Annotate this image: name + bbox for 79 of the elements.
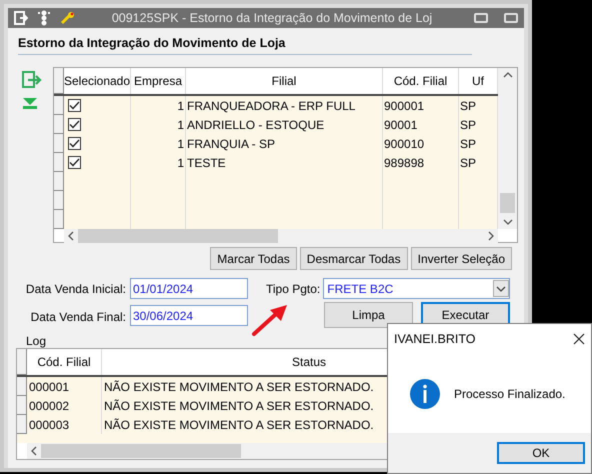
caret-icon[interactable]: [493, 280, 509, 297]
table-cell: 90001: [384, 118, 418, 132]
info-icon: [410, 378, 440, 408]
table-cell: 900001: [384, 98, 424, 112]
table-cell: 1: [177, 98, 184, 112]
row-checkbox[interactable]: [68, 118, 81, 131]
row-indicator: [54, 115, 64, 134]
dialog-message: Processo Finalizado.: [454, 386, 566, 400]
horizontal-scrollbar[interactable]: [64, 229, 498, 243]
row-checkbox[interactable]: [68, 156, 81, 169]
scroll-left-icon[interactable]: [68, 231, 74, 241]
table-cell: NÃO EXISTE MOVIMENTO A SER ESTORNADO.: [104, 380, 374, 394]
log-label: Log: [26, 334, 46, 348]
table-cell: SP: [460, 118, 476, 132]
row-indicator: [17, 349, 27, 375]
row-indicator: [54, 172, 64, 191]
table-cell: NÃO EXISTE MOVIMENTO A SER ESTORNADO.: [104, 418, 374, 432]
column-header[interactable]: Filial: [186, 68, 383, 94]
action-button[interactable]: Limpa: [324, 302, 413, 328]
scroll-thumb[interactable]: [500, 193, 515, 213]
scroll-right-icon[interactable]: [488, 231, 494, 241]
traffic-light-icon[interactable]: [38, 10, 50, 26]
payment-type-dropdown[interactable]: FRETE B2C: [323, 278, 510, 299]
row-indicator: [54, 68, 64, 94]
arrow-icon: [250, 302, 290, 338]
row-indicator: [17, 396, 27, 415]
row-indicator: [54, 96, 64, 115]
wrench-icon[interactable]: [60, 11, 76, 25]
table-cell: FRANQUIA - SP: [187, 136, 276, 150]
scroll-down-icon[interactable]: [502, 219, 512, 225]
row-checkbox[interactable]: [68, 99, 81, 112]
close-icon[interactable]: [573, 333, 585, 345]
row-indicator: [54, 153, 64, 172]
table-cell: 989898: [384, 156, 424, 170]
row-indicator: [54, 210, 64, 229]
row-indicator: [54, 134, 64, 153]
table-cell: ANDRIELLO - ESTOQUE: [187, 118, 324, 132]
table-cell: 1: [177, 118, 184, 132]
table-cell: NÃO EXISTE MOVIMENTO A SER ESTORNADO.: [104, 398, 374, 412]
scroll-left-icon[interactable]: [31, 446, 37, 456]
column-header[interactable]: Empresa: [131, 68, 186, 94]
table-cell: 900010: [384, 136, 424, 150]
column-header[interactable]: Cód. Filial: [27, 349, 102, 375]
table-cell: SP: [460, 156, 476, 170]
table-cell: SP: [460, 136, 476, 150]
scroll-thumb[interactable]: [41, 444, 241, 458]
scroll-thumb[interactable]: [78, 229, 278, 243]
export-icon[interactable]: [14, 11, 28, 25]
column-header[interactable]: Cód. Filial: [383, 68, 459, 94]
date-field[interactable]: 30/06/2024: [130, 305, 248, 326]
grid-button[interactable]: Marcar Todas: [210, 247, 297, 270]
vertical-scrollbar[interactable]: [498, 68, 517, 229]
row-checkbox[interactable]: [68, 137, 81, 150]
date-field[interactable]: 01/01/2024: [130, 278, 248, 299]
table-cell: 000003: [29, 418, 70, 432]
scroll-up-icon[interactable]: [502, 72, 512, 78]
export-icon[interactable]: [22, 71, 42, 89]
table-cell: 1: [177, 156, 184, 170]
table-cell: 000002: [29, 398, 70, 412]
form-heading: Estorno da Integração do Movimento de Loja: [18, 36, 472, 55]
table-cell: 1: [177, 136, 184, 150]
ok-button[interactable]: OK: [497, 442, 585, 464]
row-indicator: [17, 377, 27, 396]
grid-button[interactable]: Desmarcar Todas: [300, 247, 408, 270]
table-cell: 000001: [29, 380, 70, 394]
field-label: Data Venda Final:: [30, 308, 127, 326]
table-cell: SP: [460, 98, 476, 112]
table-cell: TESTE: [187, 156, 226, 170]
field-label: Tipo Pgto:: [266, 282, 320, 296]
restore-button[interactable]: [504, 13, 518, 23]
column-header[interactable]: Selecionado: [64, 68, 131, 94]
table-cell: FRANQUEADORA - ERP FULL: [187, 98, 356, 112]
window-title: 009125SPK - Estorno da Integração do Movimento de Loj: [110, 11, 434, 25]
row-indicator: [17, 415, 27, 434]
grid-button[interactable]: Inverter Seleção: [410, 247, 512, 270]
row-indicator: [54, 191, 64, 210]
minimize-button[interactable]: [474, 13, 488, 23]
dialog-title: IVANEI.BRITO: [394, 332, 476, 346]
field-label: Data Venda Inicial:: [24, 280, 127, 298]
